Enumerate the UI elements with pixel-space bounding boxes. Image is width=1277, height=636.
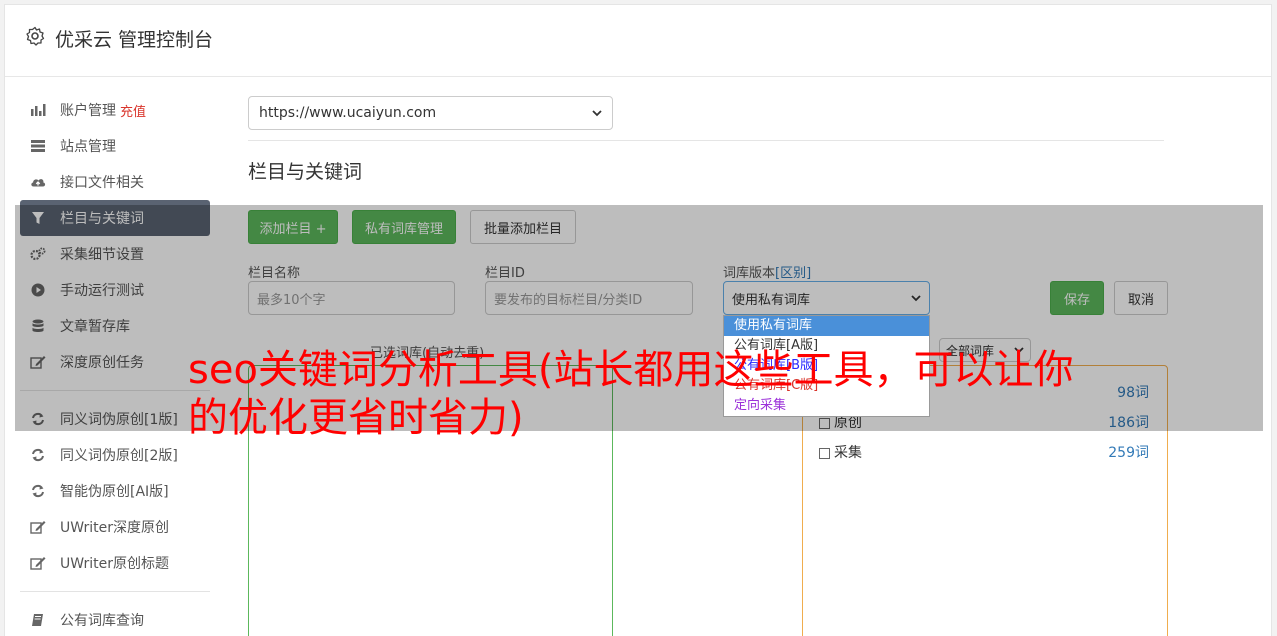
sidebar-item-public-lib[interactable]: 公有词库查询	[20, 602, 210, 636]
gear-icon	[26, 26, 45, 46]
sidebar-item-sites[interactable]: 站点管理	[20, 128, 210, 164]
refresh-icon	[30, 447, 46, 463]
sidebar-item-synonym-v2[interactable]: 同义词伪原创[2版]	[20, 437, 210, 473]
book-icon	[30, 612, 46, 628]
edit-icon	[30, 555, 46, 571]
sidebar-item-label: 同义词伪原创[2版]	[60, 448, 178, 464]
checkbox[interactable]	[819, 447, 830, 459]
sidebar-item-label: 接口文件相关	[60, 175, 144, 191]
dropdown-option[interactable]: 使用私有词库	[724, 316, 929, 336]
lib-count: 259词	[1108, 445, 1149, 461]
chevron-down-icon	[592, 105, 602, 121]
app-title: 优采云 管理控制台	[55, 29, 214, 51]
recharge-link[interactable]: 充值	[120, 101, 146, 120]
sidebar-divider	[20, 591, 210, 592]
section-title: 栏目与关键词	[248, 161, 363, 183]
site-select[interactable]: https://www.ucaiyun.com	[248, 96, 613, 130]
sidebar-item-label: UWriter原创标题	[60, 556, 169, 572]
site-select-value: https://www.ucaiyun.com	[259, 105, 437, 121]
edit-icon	[30, 519, 46, 535]
sidebar-item-ai-rewrite[interactable]: 智能伪原创[AI版]	[20, 473, 210, 509]
lib-name: 采集	[834, 445, 862, 461]
cloud-upload-icon	[30, 174, 46, 190]
banner-text: seo关键词分析工具(站长都用这些工具，可以让你的优化更省时省力)	[188, 347, 1074, 441]
sidebar-item-uwriter-deep[interactable]: UWriter深度原创	[20, 509, 210, 545]
sidebar-item-label: 站点管理	[60, 139, 116, 155]
refresh-icon	[30, 483, 46, 499]
sidebar-item-label: 公有词库查询	[60, 613, 144, 629]
list-item[interactable]: 采集 259词	[819, 442, 1149, 462]
main-content: https://www.ucaiyun.com 栏目与关键词	[244, 96, 1164, 184]
sidebar-item-label: 账户管理	[60, 103, 116, 119]
divider	[248, 140, 1164, 141]
header-bar: 优采云 管理控制台	[5, 5, 1271, 77]
server-icon	[30, 138, 46, 154]
bar-chart-icon	[30, 102, 46, 118]
sidebar-item-account[interactable]: 账户管理 充值	[20, 92, 210, 128]
sidebar-item-uwriter-title[interactable]: UWriter原创标题	[20, 545, 210, 581]
sidebar-item-interface[interactable]: 接口文件相关	[20, 164, 210, 200]
sidebar-item-label: 智能伪原创[AI版]	[60, 484, 169, 500]
sidebar-item-label: UWriter深度原创	[60, 520, 169, 536]
